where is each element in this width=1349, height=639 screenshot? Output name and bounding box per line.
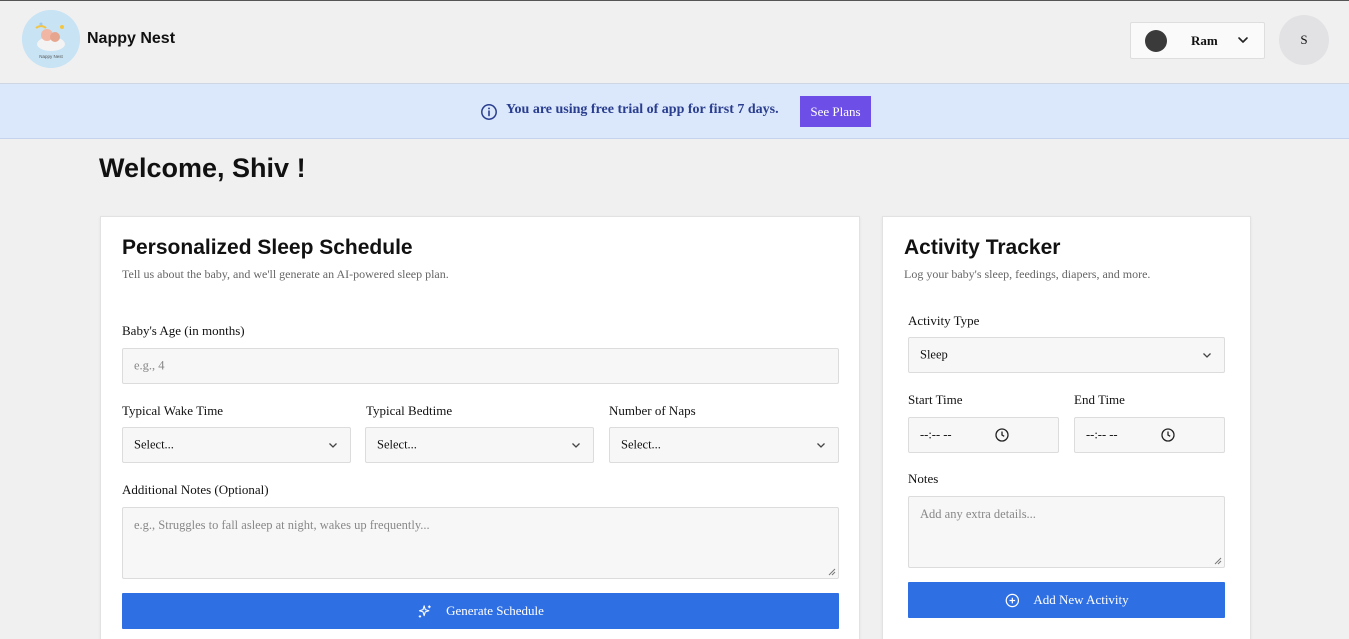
start-time-label: Start Time	[908, 392, 963, 407]
end-time-label: End Time	[1074, 392, 1125, 407]
activity-type-select[interactable]: Sleep	[908, 337, 1225, 373]
end-time-input[interactable]: --:-- --	[1074, 417, 1225, 453]
trial-message: You are using free trial of app for firs…	[506, 102, 779, 117]
chevron-down-icon	[1203, 353, 1211, 358]
sleep-card-title: Personalized Sleep Schedule	[122, 236, 413, 259]
sleep-schedule-card: Personalized Sleep Schedule Tell us abou…	[100, 216, 860, 639]
additional-notes-textarea[interactable]: e.g., Struggles to fall asleep at night,…	[122, 507, 839, 579]
additional-notes-placeholder: e.g., Struggles to fall asleep at night,…	[134, 518, 430, 532]
clock-icon[interactable]	[1161, 428, 1175, 442]
naps-value: Select...	[621, 437, 661, 452]
generate-schedule-button[interactable]: Generate Schedule	[122, 593, 839, 629]
activity-notes-textarea[interactable]: Add any extra details...	[908, 496, 1225, 568]
bedtime-select[interactable]: Select...	[365, 427, 594, 463]
clock-icon[interactable]	[995, 428, 1009, 442]
app-logo[interactable]: Nappy Nest	[22, 10, 80, 68]
plus-circle-icon	[1005, 593, 1019, 607]
user-avatar[interactable]: S	[1279, 15, 1329, 65]
resize-handle-icon[interactable]	[828, 568, 836, 576]
chevron-down-icon	[1238, 37, 1248, 43]
sleep-card-subtitle: Tell us about the baby, and we'll genera…	[122, 267, 449, 281]
start-time-value: --:-- --	[920, 427, 952, 442]
info-icon	[481, 104, 497, 120]
sparkle-icon	[418, 604, 431, 618]
activity-type-value: Sleep	[920, 347, 948, 362]
add-new-activity-button[interactable]: Add New Activity	[908, 582, 1225, 618]
add-new-activity-label: Add New Activity	[1033, 592, 1129, 607]
chevron-down-icon	[572, 443, 580, 448]
logo-illustration: Nappy Nest	[22, 10, 80, 68]
child-avatar	[1145, 30, 1167, 52]
welcome-heading: Welcome, Shiv !	[99, 153, 306, 183]
bedtime-label: Typical Bedtime	[366, 403, 453, 418]
brand-name: Nappy Nest	[87, 30, 176, 47]
additional-notes-label: Additional Notes (Optional)	[122, 482, 269, 497]
app-header: Nappy Nest Nappy Nest Ram S	[0, 1, 1349, 84]
chevron-down-icon	[329, 443, 337, 448]
generate-schedule-label: Generate Schedule	[446, 603, 544, 618]
age-placeholder: e.g., 4	[134, 358, 165, 373]
naps-label: Number of Naps	[609, 403, 696, 418]
end-time-value: --:-- --	[1086, 427, 1118, 442]
age-label: Baby's Age (in months)	[122, 323, 245, 338]
wake-time-select[interactable]: Select...	[122, 427, 351, 463]
resize-handle-icon[interactable]	[1214, 557, 1222, 565]
activity-card-subtitle: Log your baby's sleep, feedings, diapers…	[904, 267, 1151, 281]
age-input[interactable]: e.g., 4	[122, 348, 839, 384]
chevron-down-icon	[817, 443, 825, 448]
activity-tracker-card: Activity Tracker Log your baby's sleep, …	[882, 216, 1251, 639]
activity-notes-label: Notes	[908, 471, 939, 486]
start-time-input[interactable]: --:-- --	[908, 417, 1059, 453]
logo-wordmark: Nappy Nest	[39, 54, 63, 59]
see-plans-button[interactable]: See Plans	[800, 96, 871, 127]
naps-select[interactable]: Select...	[609, 427, 839, 463]
child-selector[interactable]: Ram	[1130, 22, 1265, 59]
activity-card-title: Activity Tracker	[904, 236, 1061, 259]
wake-time-label: Typical Wake Time	[122, 403, 224, 418]
activity-notes-placeholder: Add any extra details...	[920, 507, 1036, 521]
bedtime-value: Select...	[377, 437, 417, 452]
activity-type-label: Activity Type	[908, 313, 980, 328]
wake-time-value: Select...	[134, 437, 174, 452]
child-name: Ram	[1191, 33, 1218, 48]
trial-banner: You are using free trial of app for firs…	[0, 84, 1349, 139]
